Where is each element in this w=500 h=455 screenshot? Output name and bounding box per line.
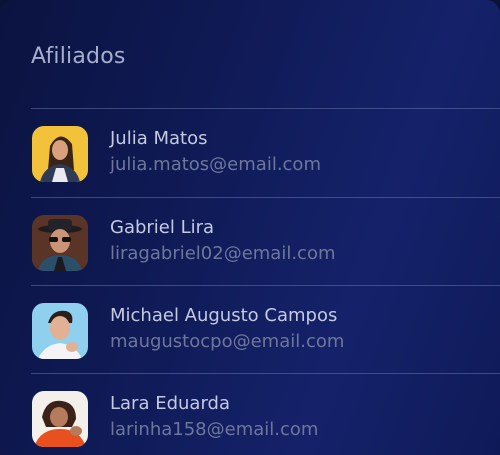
page-title: Afiliados xyxy=(31,44,126,69)
avatar xyxy=(32,126,88,182)
avatar-photo xyxy=(32,391,88,447)
affiliate-row-michael[interactable]: Michael Augusto Campos maugustocpo@email… xyxy=(31,286,500,374)
affiliate-name: Michael Augusto Campos xyxy=(110,305,338,326)
avatar xyxy=(32,303,88,359)
avatar-photo xyxy=(32,215,88,271)
affiliates-panel: Afiliados Julia Matos julia.matos@email.… xyxy=(0,0,500,455)
avatar xyxy=(32,391,88,447)
affiliate-row-julia[interactable]: Julia Matos julia.matos@email.com xyxy=(31,109,500,197)
avatar-photo xyxy=(32,303,88,359)
affiliate-email: larinha158@email.com xyxy=(110,419,319,440)
affiliate-email: julia.matos@email.com xyxy=(110,154,321,175)
affiliate-name: Julia Matos xyxy=(110,128,208,149)
affiliate-email: liragabriel02@email.com xyxy=(110,243,336,264)
affiliate-name: Gabriel Lira xyxy=(110,217,215,238)
affiliate-name: Lara Eduarda xyxy=(110,393,230,414)
affiliate-row-lara[interactable]: Lara Eduarda larinha158@email.com xyxy=(31,374,500,455)
avatar-photo xyxy=(32,126,88,182)
affiliate-row-gabriel[interactable]: Gabriel Lira liragabriel02@email.com xyxy=(31,198,500,286)
avatar xyxy=(32,215,88,271)
affiliate-email: maugustocpo@email.com xyxy=(110,331,345,352)
